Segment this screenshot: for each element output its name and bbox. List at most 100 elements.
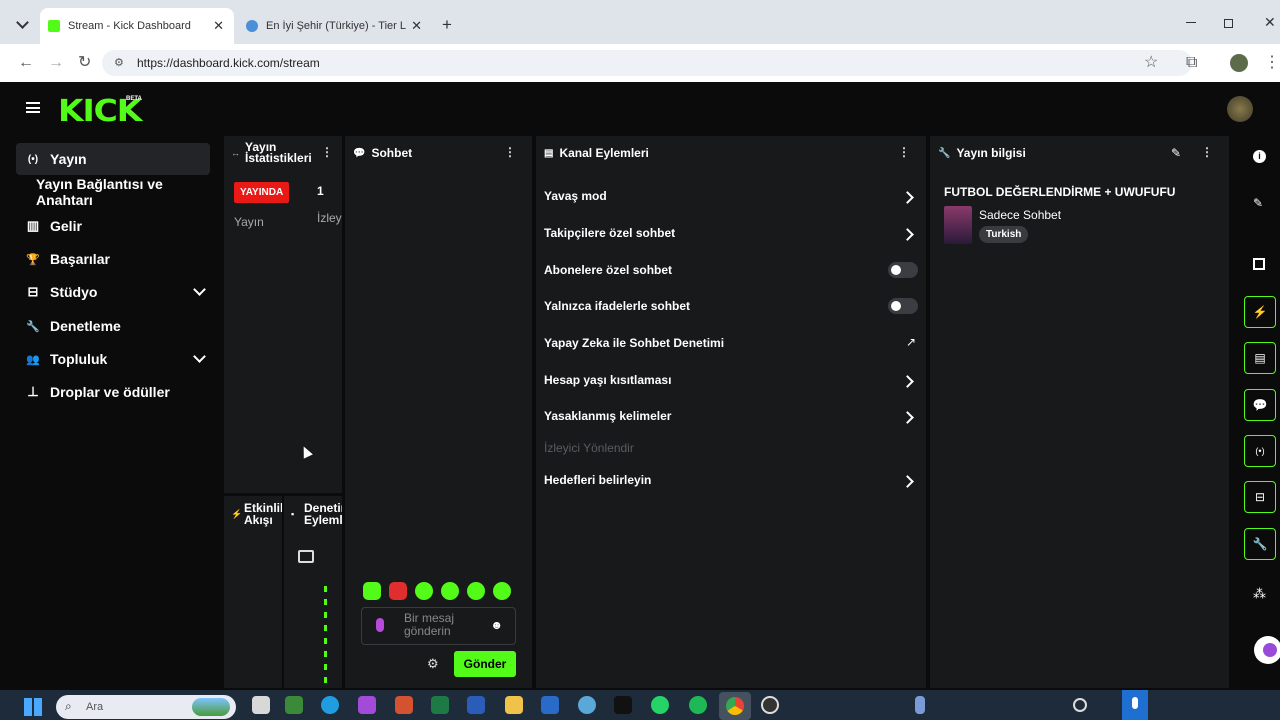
close-icon[interactable]: ✕ <box>213 18 224 34</box>
panel-menu-icon[interactable]: ⋮ <box>504 146 516 158</box>
panel-menu-icon[interactable]: ⋮ <box>898 146 910 158</box>
sidebar-item-droplar[interactable]: ⊥ Droplar ve ödüller <box>16 376 210 408</box>
panel-menu-icon[interactable]: ⋮ <box>321 146 333 158</box>
subscribers-only-toggle[interactable] <box>888 262 918 278</box>
new-tab-icon[interactable]: + <box>442 16 452 33</box>
emote-icon[interactable] <box>493 582 511 600</box>
folder-icon[interactable] <box>505 696 523 714</box>
screenshot-icon[interactable] <box>1253 258 1265 270</box>
microphone-icon[interactable] <box>376 618 384 632</box>
close-icon[interactable]: ✕ <box>411 18 422 34</box>
reload-icon[interactable]: ↻ <box>78 55 91 71</box>
profile-avatar[interactable] <box>1230 54 1248 72</box>
tray-icon[interactable] <box>1073 698 1087 712</box>
tab-list-chevron-icon[interactable] <box>16 16 29 29</box>
panel-menu-icon[interactable]: ⋮ <box>1201 146 1213 158</box>
panel-title: Etkinlik Akışı <box>244 501 282 527</box>
app-icon[interactable] <box>578 696 596 714</box>
spotify-icon[interactable] <box>689 696 707 714</box>
kick-favicon <box>48 20 60 32</box>
obs-icon[interactable] <box>761 696 779 714</box>
sidebar-item-gelir[interactable]: ▥ Gelir <box>16 210 210 242</box>
activity-icon: ⚡ <box>231 509 243 519</box>
taskbar-search-input[interactable]: ⌕ Ara <box>56 695 236 719</box>
emote-icon[interactable] <box>415 582 433 600</box>
sidebar-item-denetleme[interactable]: 🔧 Denetleme <box>16 310 210 342</box>
rail-broadcast-icon[interactable]: (•) <box>1244 435 1276 467</box>
window-close-icon[interactable]: ✕ <box>1264 14 1276 31</box>
rail-quick-actions-icon[interactable]: ⚡ <box>1244 296 1276 328</box>
emote-icon[interactable] <box>363 582 381 600</box>
chrome-icon-active[interactable] <box>719 692 751 720</box>
tiktok-icon[interactable] <box>614 696 632 714</box>
rail-notes-icon[interactable]: ▤ <box>1244 342 1276 374</box>
excel-icon[interactable] <box>431 696 449 714</box>
powerpoint-icon[interactable] <box>395 696 413 714</box>
sidebar-item-basarilar[interactable]: 🏆 Başarılar <box>16 243 210 275</box>
wrench-icon: 🔧 <box>26 320 40 333</box>
windows-start-icon[interactable] <box>24 698 42 716</box>
copilot-icon[interactable] <box>358 696 376 714</box>
chevron-down-icon[interactable] <box>193 283 206 296</box>
hamburger-menu-icon[interactable] <box>26 102 40 113</box>
chat-message-input[interactable]: Bir mesaj gönderin ☻ <box>361 607 516 645</box>
language-tag[interactable]: Turkish <box>979 226 1029 243</box>
user-avatar[interactable] <box>1227 96 1253 122</box>
chevron-right-icon[interactable] <box>901 228 914 241</box>
sidebar-item-topluluk[interactable]: 👥 Topluluk <box>16 343 210 375</box>
tab-tier-list[interactable]: En İyi Şehir (Türkiye) - Tier List | ✕ <box>238 8 432 44</box>
chevron-right-icon[interactable] <box>901 375 914 388</box>
sidebar-item-studyo[interactable]: ⊟ Stüdyo <box>16 276 210 308</box>
tab-kick-dashboard[interactable]: Stream - Kick Dashboard ✕ <box>40 8 234 44</box>
rail-studio-icon[interactable]: ⊟ <box>1244 481 1276 513</box>
chevron-right-icon[interactable] <box>901 475 914 488</box>
panel-header: 💬 Sohbet <box>353 146 412 160</box>
address-input[interactable]: ⚙ https://dashboard.kick.com/stream <box>102 50 1192 76</box>
file-explorer-icon[interactable] <box>252 696 270 714</box>
app-icon[interactable] <box>285 696 303 714</box>
chat-settings-icon[interactable]: ⚙ <box>427 656 439 672</box>
chevron-down-icon[interactable] <box>193 350 206 363</box>
action-label: Yapay Zeka ile Sohbet Denetimi <box>544 336 725 350</box>
floating-widget-icon[interactable] <box>1254 636 1280 664</box>
site-info-icon[interactable]: ⚙ <box>114 50 124 76</box>
restore-icon[interactable] <box>1224 19 1233 28</box>
extensions-icon[interactable]: ⧉ <box>1186 55 1197 71</box>
tab-title: En İyi Şehir (Türkiye) - Tier List | <box>266 20 406 32</box>
chevron-right-icon[interactable] <box>901 411 914 424</box>
store-icon[interactable] <box>541 696 559 714</box>
community-icon: 👥 <box>26 353 40 366</box>
edge-icon[interactable] <box>321 696 339 714</box>
rail-chat-icon[interactable]: 💬 <box>1244 389 1276 421</box>
minimize-icon[interactable] <box>1186 22 1196 23</box>
emote-icon[interactable] <box>389 582 407 600</box>
edit-icon[interactable]: ✎ <box>1171 146 1181 160</box>
live-badge: YAYINDA <box>234 182 290 203</box>
emote-icon[interactable] <box>441 582 459 600</box>
panel-title: Yayın İstatistikleri <box>245 140 312 165</box>
info-icon[interactable]: i <box>1253 150 1266 163</box>
sidebar-item-stream-key[interactable]: Yayın Bağlantısı ve Anahtarı <box>36 176 220 208</box>
rail-wrench-icon[interactable]: 🔧 <box>1244 528 1276 560</box>
browser-menu-icon[interactable]: ⋮ <box>1264 55 1280 71</box>
rail-drops-icon[interactable]: ⁂ <box>1253 586 1266 602</box>
thermometer-icon[interactable] <box>915 696 925 714</box>
drag-handle-icon[interactable]: ↔ <box>231 148 240 158</box>
emotes-only-toggle[interactable] <box>888 298 918 314</box>
send-button[interactable]: Gönder <box>454 651 516 677</box>
bookmark-star-icon[interactable]: ☆ <box>1144 55 1158 71</box>
word-icon[interactable] <box>467 696 485 714</box>
viewer-count: 1 <box>317 184 324 198</box>
category-name[interactable]: Sadece Sohbet <box>979 208 1061 222</box>
broadcast-icon: (•) <box>27 153 39 165</box>
external-link-icon[interactable]: ↗ <box>906 335 916 349</box>
forward-icon[interactable]: → <box>48 55 64 71</box>
chevron-right-icon[interactable] <box>901 191 914 204</box>
emote-icon[interactable] <box>467 582 485 600</box>
back-icon[interactable]: ← <box>18 55 34 71</box>
microphone-active-icon[interactable] <box>1122 690 1148 720</box>
sidebar-item-yayin[interactable]: (•) Yayın <box>16 143 210 175</box>
emoji-icon[interactable]: ☻ <box>490 618 503 632</box>
whatsapp-icon[interactable] <box>651 696 669 714</box>
rail-edit-icon[interactable]: ✎ <box>1253 196 1263 210</box>
